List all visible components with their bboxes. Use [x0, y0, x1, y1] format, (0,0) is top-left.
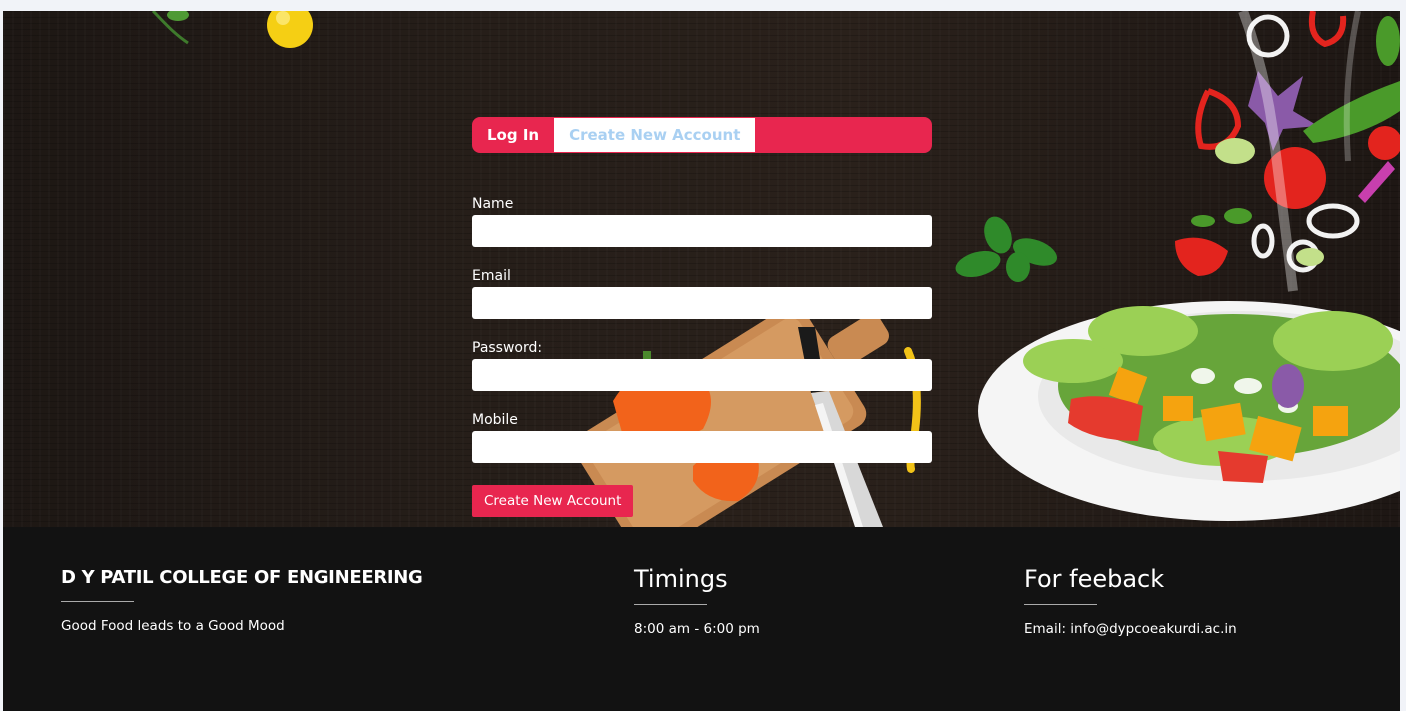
footer-college-title: D Y PATIL COLLEGE OF ENGINEERING: [61, 567, 423, 588]
footer-timings: Timings 8:00 am - 6:00 pm: [634, 565, 760, 637]
footer-feedback-title: For feeback: [1024, 565, 1165, 593]
tabs-spacer: [472, 153, 932, 194]
page: Log In Create New Account Name Email Pas…: [3, 11, 1400, 711]
footer-timings-title: Timings: [634, 565, 728, 593]
name-label: Name: [472, 196, 514, 212]
footer-college: D Y PATIL COLLEGE OF ENGINEERING Good Fo…: [61, 567, 423, 634]
footer: D Y PATIL COLLEGE OF ENGINEERING Good Fo…: [3, 527, 1400, 711]
footer-feedback-email: Email: info@dypcoeakurdi.ac.in: [1024, 621, 1237, 637]
tab-create-new-account[interactable]: Create New Account: [554, 118, 756, 152]
email-label: Email: [472, 268, 511, 284]
footer-timings-text: 8:00 am - 6:00 pm: [634, 621, 760, 637]
signup-form: Log In Create New Account Name Email Pas…: [472, 117, 932, 517]
footer-divider: [61, 601, 134, 602]
mobile-input[interactable]: [472, 431, 932, 463]
create-account-button[interactable]: Create New Account: [472, 485, 634, 517]
footer-feedback: For feeback Email: info@dypcoeakurdi.ac.…: [1024, 565, 1237, 637]
mobile-label: Mobile: [472, 412, 518, 428]
auth-tabs: Log In Create New Account: [472, 117, 932, 153]
hero-section: Log In Create New Account Name Email Pas…: [3, 11, 1400, 527]
password-input[interactable]: [472, 359, 932, 391]
footer-divider: [634, 604, 707, 605]
tab-log-in[interactable]: Log In: [472, 117, 554, 153]
password-label: Password:: [472, 340, 543, 356]
footer-tagline: Good Food leads to a Good Mood: [61, 618, 285, 634]
email-input[interactable]: [472, 287, 932, 319]
name-input[interactable]: [472, 215, 932, 247]
footer-divider: [1024, 604, 1097, 605]
